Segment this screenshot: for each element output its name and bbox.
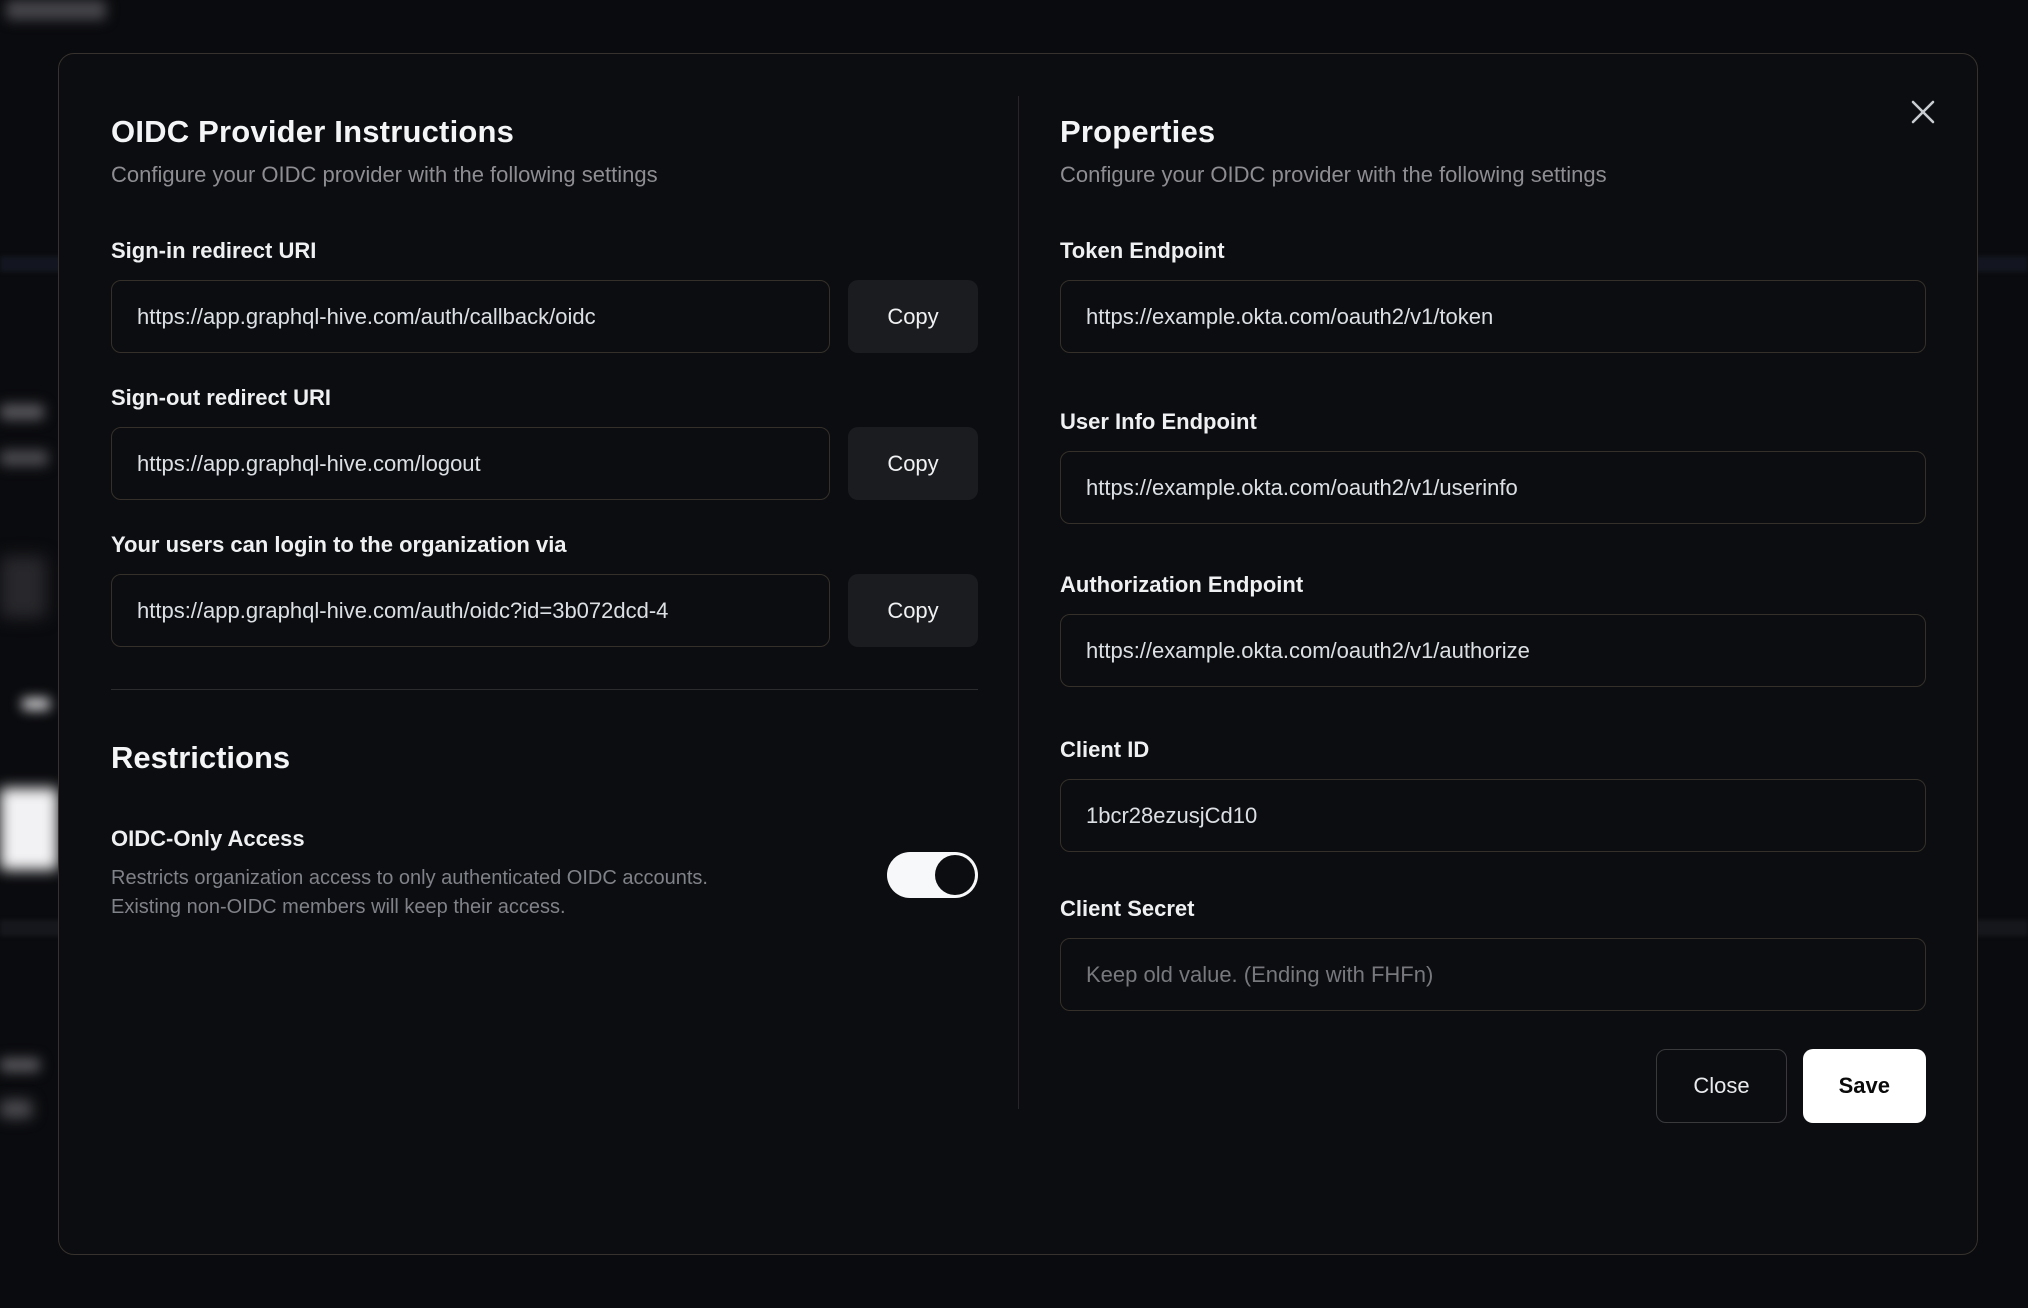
token-endpoint-label: Token Endpoint (1060, 238, 1225, 264)
background-blur-fragment (0, 404, 44, 420)
instructions-title: OIDC Provider Instructions (111, 114, 515, 149)
instructions-panel: OIDC Provider Instructions Configure you… (59, 54, 1018, 1254)
sign-out-redirect-label: Sign-out redirect URI (111, 385, 332, 411)
copy-sign-out-button[interactable]: Copy (848, 427, 978, 501)
background-blur-fragment (0, 556, 46, 618)
sign-out-redirect-group: Sign-out redirect URI Copy (111, 385, 978, 501)
section-divider (111, 689, 978, 691)
toggle-thumb (935, 855, 975, 896)
client-id-input[interactable] (1060, 779, 1926, 853)
authorization-endpoint-group: Authorization Endpoint (1060, 572, 1926, 688)
user-info-endpoint-label: User Info Endpoint (1060, 409, 1257, 435)
sign-out-redirect-input[interactable] (111, 427, 830, 501)
token-endpoint-input[interactable] (1060, 280, 1926, 354)
authorization-endpoint-input[interactable] (1060, 614, 1926, 688)
restrictions-title: Restrictions (111, 740, 291, 776)
description-line-1: Restricts organization access to only au… (111, 867, 708, 890)
login-url-input[interactable] (111, 574, 830, 648)
properties-title: Properties (1060, 114, 1216, 149)
background-blur-fragment (0, 1100, 32, 1118)
user-info-endpoint-input[interactable] (1060, 451, 1926, 525)
login-url-group: Your users can login to the organization… (111, 532, 978, 648)
oidc-only-access-toggle[interactable] (887, 852, 978, 899)
client-secret-label: Client Secret (1060, 896, 1195, 922)
sign-in-redirect-input[interactable] (111, 280, 830, 354)
token-endpoint-group: Token Endpoint (1060, 238, 1926, 354)
properties-panel: Properties Configure your OIDC provider … (1019, 54, 1977, 1254)
client-secret-group: Client Secret (1060, 896, 1926, 1012)
background-blur-fragment (0, 788, 58, 870)
properties-subtitle: Configure your OIDC provider with the fo… (1060, 162, 1607, 188)
save-button[interactable]: Save (1802, 1049, 1926, 1124)
copy-sign-in-button[interactable]: Copy (848, 280, 978, 354)
sign-in-redirect-group: Sign-in redirect URI Copy (111, 238, 978, 354)
client-secret-input[interactable] (1060, 938, 1926, 1012)
authorization-endpoint-label: Authorization Endpoint (1060, 572, 1304, 598)
copy-login-url-button[interactable]: Copy (848, 574, 978, 648)
description-line-2: Existing non-OIDC members will keep thei… (111, 896, 566, 919)
background-blur-fragment (0, 450, 48, 466)
client-id-label: Client ID (1060, 737, 1150, 763)
background-blur-fragment (0, 1058, 40, 1072)
oidc-settings-dialog: OIDC Provider Instructions Configure you… (58, 53, 1978, 1255)
oidc-only-access-description: Restricts organization access to only au… (111, 864, 708, 922)
close-icon[interactable] (1903, 92, 1943, 132)
oidc-only-access-row: OIDC-Only Access Restricts organization … (111, 826, 978, 922)
close-button[interactable]: Close (1656, 1049, 1787, 1124)
dialog-actions: Close Save (1060, 1049, 1926, 1124)
user-info-endpoint-group: User Info Endpoint (1060, 409, 1926, 525)
oidc-only-access-label: OIDC-Only Access (111, 826, 305, 852)
background-blur-fragment (6, 0, 106, 20)
x-icon (1911, 100, 1935, 124)
instructions-subtitle: Configure your OIDC provider with the fo… (111, 162, 658, 188)
login-url-label: Your users can login to the organization… (111, 532, 567, 558)
sign-in-redirect-label: Sign-in redirect URI (111, 238, 317, 264)
background-blur-fragment (22, 698, 50, 710)
client-id-group: Client ID (1060, 737, 1926, 853)
